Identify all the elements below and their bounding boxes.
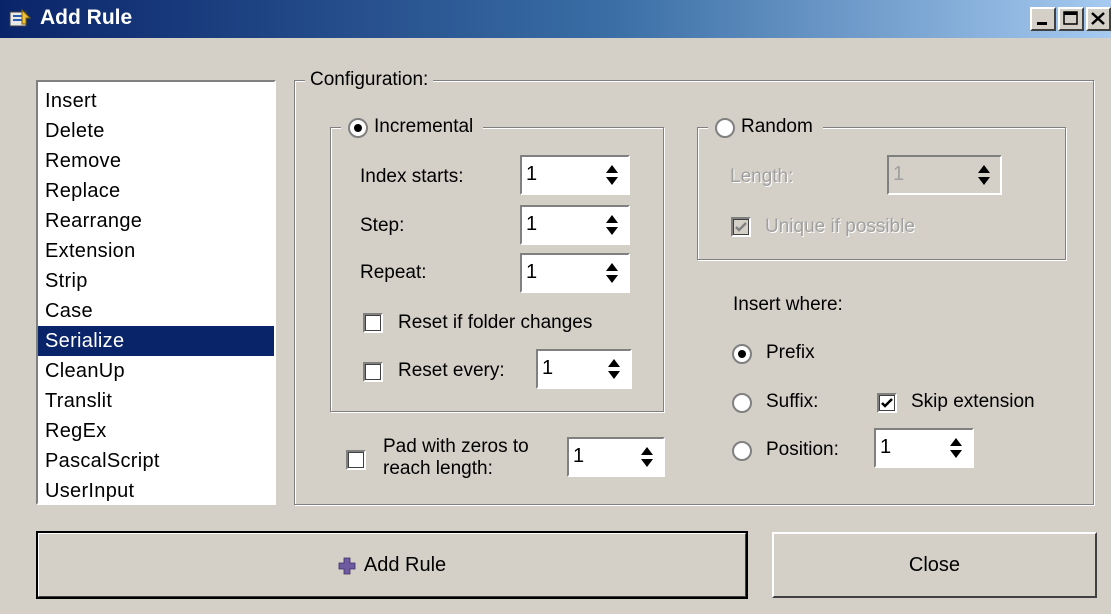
step-spinner[interactable]: 1 [520, 205, 630, 245]
spin-arrows-icon[interactable] [598, 257, 626, 289]
index-starts-label: Index starts: [360, 166, 464, 187]
rule-list-item[interactable]: CleanUp [38, 356, 274, 386]
checkmark-icon [735, 222, 747, 232]
unique-checkbox[interactable] [731, 217, 751, 237]
rule-list-item[interactable]: Insert [38, 86, 274, 116]
pad-zeros-spinner[interactable]: 1 [567, 437, 665, 477]
index-starts-spinner[interactable]: 1 [520, 155, 630, 195]
suffix-radio[interactable] [732, 393, 752, 413]
rule-list-item[interactable]: Case [38, 296, 274, 326]
prefix-radio[interactable] [732, 344, 752, 364]
reset-folder-label: Reset if folder changes [398, 312, 593, 333]
spin-arrows-icon[interactable] [970, 159, 998, 191]
rule-list-item[interactable]: Delete [38, 116, 274, 146]
close-label: Close [908, 554, 961, 576]
reset-every-label: Reset every: [398, 360, 505, 381]
reset-every-spinner[interactable]: 1 [536, 349, 632, 389]
random-radio[interactable] [715, 118, 735, 138]
close-icon [1091, 12, 1105, 25]
title-bar[interactable]: Add Rule [0, 0, 1111, 38]
spin-arrows-icon[interactable] [600, 353, 628, 385]
rule-list-item[interactable]: Translit [38, 386, 274, 416]
pad-zeros-label-line1: Pad with zeros to [383, 436, 529, 457]
add-rule-content: Add Rule [39, 554, 745, 577]
position-value: 1 [880, 436, 892, 458]
skip-extension-label: Skip extension [911, 391, 1035, 412]
skip-extension-checkbox[interactable] [877, 393, 897, 413]
app-icon [9, 8, 32, 27]
incremental-label: Incremental [374, 116, 474, 137]
repeat-spinner[interactable]: 1 [520, 253, 630, 293]
maximize-button[interactable] [1058, 7, 1084, 31]
incremental-radio[interactable] [348, 118, 368, 138]
rule-list-item[interactable]: Remove [38, 146, 274, 176]
position-label: Position: [766, 439, 839, 460]
minimize-button[interactable] [1030, 7, 1056, 31]
rule-list-item[interactable]: RegEx [38, 416, 274, 446]
pad-zeros-checkbox[interactable] [346, 450, 366, 470]
spin-arrows-icon[interactable] [633, 441, 661, 473]
pad-zeros-value: 1 [573, 445, 585, 467]
close-button[interactable]: Close [772, 532, 1097, 598]
plus-icon [338, 557, 356, 574]
rule-list-item[interactable]: Strip [38, 266, 274, 296]
step-label: Step: [360, 215, 405, 236]
pad-zeros-label: Pad with zeros to reach length: [383, 436, 529, 480]
rule-list[interactable]: Insert Delete Remove Replace Rearrange Extens… [36, 80, 276, 505]
length-value: 1 [893, 163, 905, 185]
minimize-icon [1037, 22, 1047, 25]
configuration-label: Configuration: [305, 69, 434, 91]
random-label: Random [741, 116, 813, 137]
length-label: Length: [730, 166, 794, 187]
reset-folder-checkbox[interactable] [363, 313, 383, 333]
position-radio[interactable] [732, 441, 752, 461]
window-title: Add Rule [40, 6, 133, 29]
rule-list-item[interactable]: UserInput [38, 476, 274, 506]
length-spinner[interactable]: 1 [887, 155, 1002, 195]
unique-label: Unique if possible [765, 216, 915, 237]
rule-list-item[interactable]: Serialize [38, 326, 274, 356]
index-starts-value: 1 [526, 163, 538, 185]
reset-every-value: 1 [542, 357, 554, 379]
position-spinner[interactable]: 1 [874, 428, 974, 468]
pad-zeros-label-line2: reach length: [383, 458, 493, 479]
checkmark-icon [881, 398, 893, 408]
prefix-label: Prefix [766, 342, 815, 363]
spin-arrows-icon[interactable] [598, 159, 626, 191]
spin-arrows-icon[interactable] [942, 432, 970, 464]
rule-list-item[interactable]: PascalScript [38, 446, 274, 476]
step-value: 1 [526, 213, 538, 235]
maximize-icon [1063, 11, 1078, 25]
close-window-button[interactable] [1086, 7, 1111, 31]
repeat-label: Repeat: [360, 262, 427, 283]
add-rule-button[interactable]: Add Rule [36, 531, 748, 599]
rule-list-item[interactable]: Replace [38, 176, 274, 206]
spin-arrows-icon[interactable] [598, 209, 626, 241]
suffix-label: Suffix: [766, 391, 819, 412]
rule-list-item[interactable]: Rearrange [38, 206, 274, 236]
insert-where-label: Insert where: [733, 294, 843, 315]
add-rule-label: Add Rule [363, 554, 447, 576]
reset-every-checkbox[interactable] [363, 362, 383, 382]
rule-list-item[interactable]: Extension [38, 236, 274, 266]
repeat-value: 1 [526, 261, 538, 283]
random-group [697, 127, 1066, 260]
